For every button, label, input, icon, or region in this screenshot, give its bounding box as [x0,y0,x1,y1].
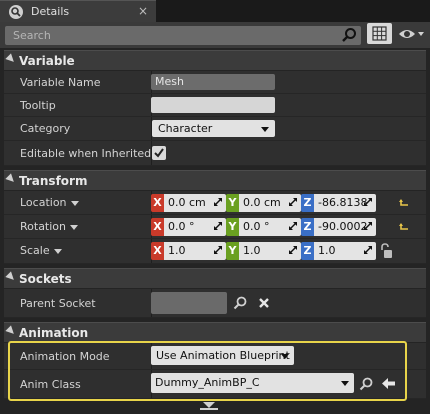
category-dropdown[interactable]: Character [152,120,275,137]
collapse-arrow-icon[interactable] [5,53,17,65]
animation-highlight-frame [8,341,407,401]
property-label: Parent Socket [20,297,96,310]
view-options-button[interactable] [398,25,424,43]
axis-x-label: X [151,218,164,236]
property-label: Tooltip [20,99,56,112]
property-label: Variable Name [20,76,101,89]
property-label: Editable when Inherited [20,147,152,160]
property-label: Category [20,122,71,135]
dropdown-arrow-icon [70,200,79,206]
search-placeholder: Search [13,29,51,42]
reset-to-default-icon[interactable] [398,221,410,233]
drag-handle-icon[interactable] [288,197,298,208]
axis-y-label: Y [226,218,239,236]
location-label[interactable]: Location [20,196,79,209]
scroll-indicator [200,408,218,410]
category-title: Sockets [19,272,72,286]
category-transform[interactable]: Transform [4,170,426,190]
category-title: Animation [19,326,89,340]
tab-title: Details [31,5,70,18]
field-value: -86.8138 [318,196,368,209]
axis-z-label: Z [301,218,314,236]
field-value: 0.0 cm [168,196,206,209]
drag-handle-icon[interactable] [363,221,373,232]
dropdown-arrow-icon [261,127,269,132]
location-y-field[interactable]: 0.0 cm [239,194,301,212]
details-icon [9,5,23,19]
parent-socket-field[interactable] [151,292,227,314]
field-value: 0.0 ° [243,220,270,233]
property-row-parent-socket: Parent Socket [4,289,426,318]
rotation-y-field[interactable]: 0.0 ° [239,218,301,236]
scale-x-field[interactable]: 1.0 [164,242,226,260]
search-row: Search [0,22,430,48]
category-animation[interactable]: Animation [4,322,426,342]
variable-name-field[interactable]: Mesh [151,74,275,90]
drag-handle-icon[interactable] [363,197,373,208]
drag-handle-icon[interactable] [213,245,223,256]
rotation-x-field[interactable]: 0.0 ° [164,218,226,236]
drag-handle-icon[interactable] [213,197,223,208]
dropdown-arrow-icon [70,224,79,230]
search-icon[interactable] [341,27,357,43]
variable-name-value: Mesh [155,75,184,88]
collapse-arrow-icon[interactable] [5,325,17,337]
clear-icon[interactable] [258,297,270,309]
property-row-location: Location X 0.0 cm Y 0.0 cm Z -86.8138 [4,191,426,215]
category-variable[interactable]: Variable [4,50,426,70]
tab-details[interactable]: Details × [0,0,156,22]
rotation-label[interactable]: Rotation [20,220,79,233]
axis-z-label: Z [301,242,314,260]
property-row-variable-name: Variable Name Mesh [4,71,426,94]
rotation-z-field[interactable]: -90.0002 [314,218,376,236]
drag-handle-icon[interactable] [288,245,298,256]
search-input[interactable]: Search [5,26,361,45]
property-row-scale: Scale X 1.0 Y 1.0 Z 1.0 [4,239,426,264]
property-row-editable-inherited: Editable when Inherited [4,141,426,166]
scale-z-field[interactable]: 1.0 [314,242,376,260]
drag-handle-icon[interactable] [213,221,223,232]
checkmark-icon [154,148,164,158]
property-label: Scale [20,244,50,257]
field-value: 1.0 [318,244,336,257]
search-icon[interactable] [233,296,247,310]
tooltip-field[interactable] [151,97,275,113]
drag-handle-icon[interactable] [288,221,298,232]
tab-bar: Details × [0,0,430,22]
property-row-tooltip: Tooltip [4,94,426,117]
grid-icon [372,26,387,41]
lock-icon[interactable] [379,243,393,259]
axis-x-label: X [151,194,164,212]
property-row-category: Category Character [4,117,426,141]
field-value: 1.0 [168,244,186,257]
eye-icon [399,30,424,38]
scale-label[interactable]: Scale [20,244,62,257]
collapse-arrow-icon[interactable] [5,271,17,283]
category-title: Variable [19,54,75,68]
category-title: Transform [19,174,88,188]
field-value: 1.0 [243,244,261,257]
property-label: Rotation [20,220,67,233]
collapse-arrow-icon[interactable] [5,173,17,185]
field-value: 0.0 ° [168,220,195,233]
field-value: 0.0 cm [243,196,281,209]
location-x-field[interactable]: 0.0 cm [164,194,226,212]
axis-y-label: Y [226,194,239,212]
dropdown-arrow-icon [53,248,62,254]
field-value: -90.0002 [318,220,368,233]
category-value: Character [158,122,213,135]
location-z-field[interactable]: -86.8138 [314,194,376,212]
axis-x-label: X [151,242,164,260]
property-row-rotation: Rotation X 0.0 ° Y 0.0 ° Z -90.0002 [4,215,426,239]
drag-handle-icon[interactable] [363,245,373,256]
axis-z-label: Z [301,194,314,212]
scale-y-field[interactable]: 1.0 [239,242,301,260]
property-matrix-button[interactable] [367,23,392,44]
axis-y-label: Y [226,242,239,260]
property-label: Location [20,196,67,209]
editable-checkbox[interactable] [152,146,166,160]
close-icon[interactable]: × [138,4,148,18]
category-sockets[interactable]: Sockets [4,268,426,288]
reset-to-default-icon[interactable] [398,197,410,209]
